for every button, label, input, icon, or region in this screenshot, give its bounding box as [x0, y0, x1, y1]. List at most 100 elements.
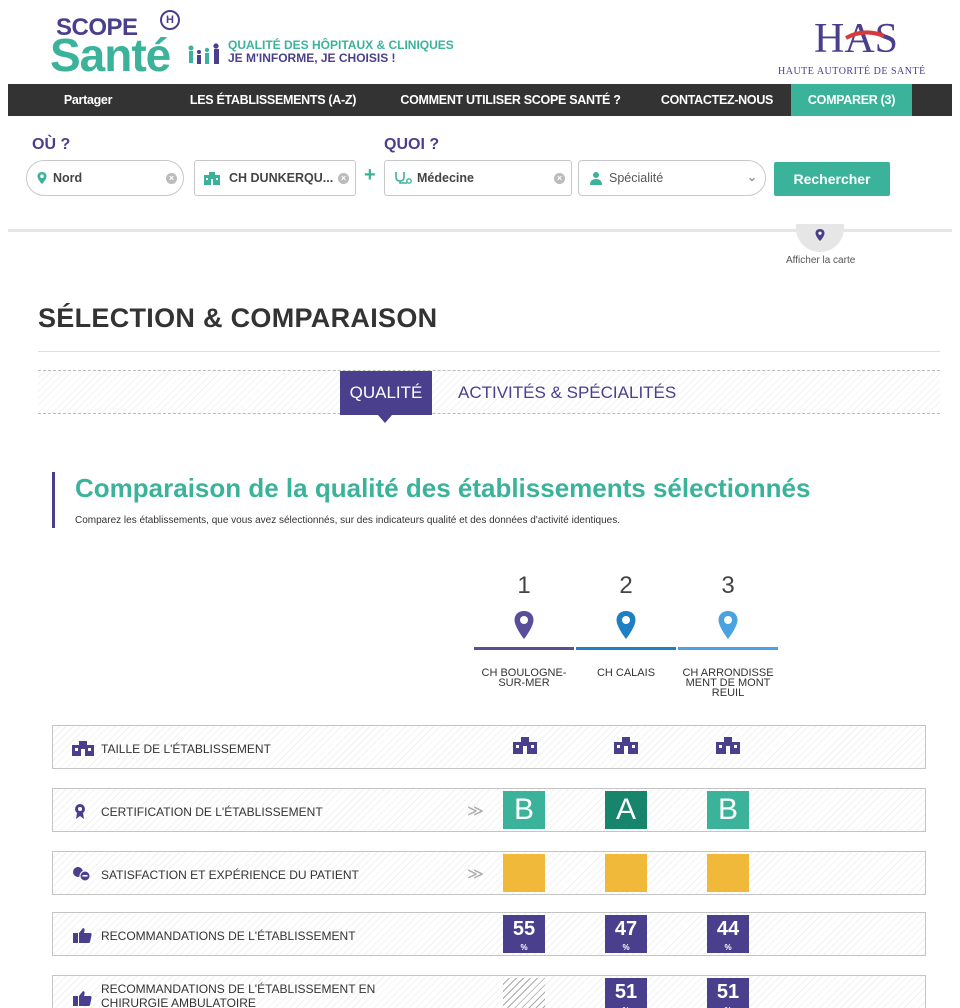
family-icon [188, 43, 219, 64]
satisfaction-indicator [605, 854, 647, 892]
clear-location-icon[interactable]: × [166, 173, 177, 184]
percent-value: 44 [716, 918, 740, 940]
row-label: CERTIFICATION DE L'ÉTABLISSEMENT [101, 805, 323, 819]
tagline-line-2: JE M'INFORME, JE CHOISIS ! [228, 51, 396, 65]
has-logo-text: HAS [814, 16, 898, 60]
main-nav: Partager LES ÉTABLISSEMENTS (A-Z) COMMEN… [8, 84, 952, 116]
patient-satisfaction-icon [73, 867, 91, 882]
percent-value: 55 [512, 918, 536, 940]
establishment-column-3[interactable]: 3 CH ARRONDISSEMENT DE MONTREUIL [678, 572, 778, 699]
category-value: Médecine [417, 171, 474, 185]
nav-contact[interactable]: CONTACTEZ-NOUS [643, 84, 791, 116]
has-subtitle: HAUTE AUTORITÉ DE SANTÉ [778, 66, 926, 77]
show-map-label[interactable]: Afficher la carte [786, 255, 855, 266]
location-field[interactable]: Nord × [26, 160, 184, 196]
section-title: Comparaison de la qualité des établissem… [75, 473, 811, 503]
recommendation-percent: 47% [605, 915, 647, 953]
specialty-placeholder: Spécialité [609, 171, 664, 185]
divider [38, 351, 940, 352]
award-icon [75, 804, 85, 819]
active-tab-arrow [378, 415, 392, 423]
row-label: RECOMMANDATIONS DE L'ÉTABLISSEMENT EN CH… [101, 982, 376, 1008]
row-recommandations[interactable]: RECOMMANDATIONS DE L'ÉTABLISSEMENT 55% 4… [52, 912, 926, 956]
site-header: SCOPE Santé H QUALITÉ DES HÔPITAUX & CLI… [0, 0, 960, 84]
hospital-size-icon [716, 737, 740, 754]
certification-grade: A [605, 791, 647, 829]
establishment-name: CH BOULOGNE-SUR-MER [481, 667, 567, 689]
row-taille[interactable]: TAILLE DE L'ÉTABLISSEMENT [52, 725, 926, 769]
no-data-indicator [503, 978, 545, 1008]
percent-value: 51 [614, 981, 638, 1003]
where-label: OÙ ? [32, 136, 71, 153]
expand-arrows-icon[interactable]: ≫ [467, 801, 484, 821]
tab-quality[interactable]: QUALITÉ [340, 371, 432, 415]
row-label: RECOMMANDATIONS DE L'ÉTABLISSEMENT [101, 929, 356, 943]
column-underline [576, 647, 676, 650]
section-subtitle: Comparez les établissements, que vous av… [75, 515, 620, 526]
map-pin-icon [616, 611, 636, 639]
what-label: QUOI ? [384, 136, 440, 153]
row-certification[interactable]: CERTIFICATION DE L'ÉTABLISSEMENT ≫ B A B [52, 788, 926, 832]
hospital-icon [204, 172, 220, 185]
recommendation-percent: 55% [503, 915, 545, 953]
clear-category-icon[interactable]: × [554, 173, 565, 184]
hospital-size-icon [614, 737, 638, 754]
certification-grade: B [503, 791, 545, 829]
establishment-name: CH ARRONDISSEMENT DE MONTREUIL [682, 667, 774, 699]
satisfaction-indicator [707, 854, 749, 892]
map-pin-icon [815, 229, 825, 241]
percent-sign: % [520, 943, 528, 952]
map-pin-icon [514, 611, 534, 639]
search-button[interactable]: Rechercher [774, 162, 890, 196]
row-recommandations-ambulatoire[interactable]: RECOMMANDATIONS DE L'ÉTABLISSEMENT EN CH… [52, 975, 926, 1008]
chevron-down-icon: ⌄ [746, 170, 757, 184]
doctor-icon [590, 172, 602, 185]
percent-value: 51 [716, 981, 740, 1003]
map-toggle[interactable] [796, 224, 844, 252]
establishment-name: CH CALAIS [596, 667, 656, 679]
nav-compare[interactable]: COMPARER (3) [791, 84, 912, 116]
section-accent-bar [52, 472, 55, 528]
clear-establishment-icon[interactable]: × [338, 173, 349, 184]
column-underline [474, 647, 574, 650]
establishment-column-1[interactable]: 1 CH BOULOGNE-SUR-MER [474, 572, 574, 689]
column-number: 3 [721, 572, 735, 599]
has-logo[interactable]: HAS [812, 14, 912, 60]
expand-arrows-icon[interactable]: ≫ [467, 864, 484, 884]
tab-bar: QUALITÉ ACTIVITÉS & SPÉCIALITÉS [38, 370, 940, 423]
map-pin-icon [718, 611, 738, 639]
thumbs-up-icon [73, 991, 92, 1006]
percent-sign: % [724, 943, 732, 952]
hospital-icon [72, 741, 94, 756]
column-number: 2 [619, 572, 633, 599]
recommendation-percent: 44% [707, 915, 749, 953]
satisfaction-indicator [503, 854, 545, 892]
row-satisfaction[interactable]: SATISFACTION ET EXPÉRIENCE DU PATIENT ≫ [52, 851, 926, 895]
specialty-select[interactable]: Spécialité ⌄ [578, 160, 766, 196]
column-number: 1 [517, 572, 531, 599]
thumbs-up-icon [73, 928, 92, 943]
row-label: SATISFACTION ET EXPÉRIENCE DU PATIENT [101, 868, 359, 882]
search-panel: OÙ ? QUOI ? Nord × CH DUNKERQU... × + Mé… [8, 116, 952, 232]
nav-etablissements[interactable]: LES ÉTABLISSEMENTS (A-Z) [168, 84, 378, 116]
tab-activities[interactable]: ACTIVITÉS & SPÉCIALITÉS [458, 371, 676, 415]
stethoscope-icon [395, 172, 412, 184]
map-pin-icon [37, 172, 47, 184]
page-title: SÉLECTION & COMPARAISON [38, 303, 438, 333]
percent-sign: % [622, 943, 630, 952]
recommendation-percent: 51% [605, 978, 647, 1008]
recommendation-percent: 51% [707, 978, 749, 1008]
hospital-h-icon: H [160, 10, 180, 30]
tagline: QUALITÉ DES HÔPITAUX & CLINIQUES JE M'IN… [228, 39, 454, 65]
certification-grade: B [707, 791, 749, 829]
row-label: TAILLE DE L'ÉTABLISSEMENT [101, 742, 271, 756]
hospital-size-icon [513, 737, 537, 754]
percent-value: 47 [614, 918, 638, 940]
establishment-value: CH DUNKERQU... [229, 171, 334, 185]
establishment-column-2[interactable]: 2 CH CALAIS [576, 572, 676, 679]
location-value: Nord [53, 171, 83, 185]
category-field[interactable]: Médecine × [384, 160, 572, 196]
nav-how-to[interactable]: COMMENT UTILISER SCOPE SANTÉ ? [378, 84, 643, 116]
establishment-field[interactable]: CH DUNKERQU... × [194, 160, 356, 196]
nav-share[interactable]: Partager [8, 84, 168, 116]
